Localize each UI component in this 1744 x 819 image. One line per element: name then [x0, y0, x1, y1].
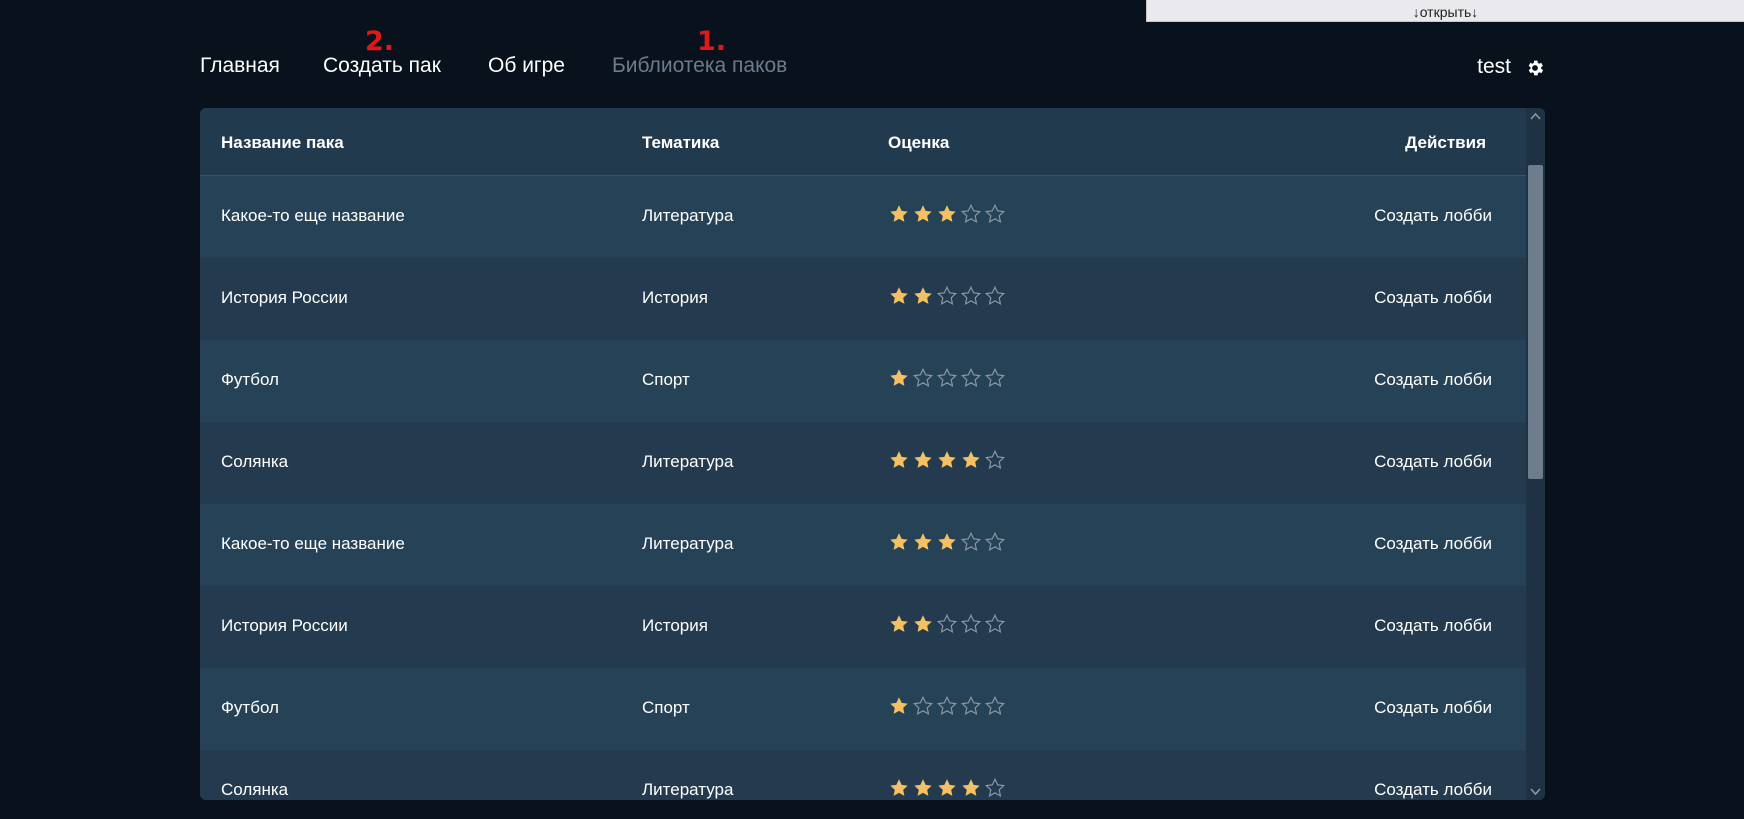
- table-row: Какое-то еще название Литература Создать л…: [200, 504, 1526, 586]
- theme-cell: Литература: [642, 780, 734, 799]
- pack-name-cell: Футбол: [221, 370, 279, 389]
- star-filled-icon: [962, 451, 980, 468]
- rating-stars: [888, 449, 1006, 471]
- star-empty-icon: [984, 367, 1006, 388]
- annotation-marker-2: 2.: [365, 26, 395, 57]
- scrollbar-thumb[interactable]: [1528, 165, 1543, 479]
- table-row: Солянка Литература Создать лобби: [200, 750, 1526, 800]
- create-lobby-button[interactable]: Создать лобби: [1374, 534, 1492, 554]
- star-filled-icon: [914, 451, 932, 468]
- theme-cell: Литература: [642, 452, 734, 471]
- nav-item-create-pack[interactable]: Создать пак: [323, 54, 441, 78]
- star-filled-icon: [914, 533, 932, 550]
- create-lobby-button[interactable]: Создать лобби: [1374, 616, 1492, 636]
- table-row: Солянка Литература Создать лобби: [200, 422, 1526, 504]
- star-empty-icon: [936, 613, 958, 634]
- star-empty-icon: [936, 285, 958, 306]
- star-empty-icon: [936, 695, 958, 716]
- star-empty-icon: [960, 613, 982, 634]
- star-empty-icon: [960, 695, 982, 716]
- star-empty-icon: [984, 613, 1006, 634]
- rating-stars: [888, 367, 1006, 389]
- annotation-marker-1: 1.: [697, 26, 727, 57]
- star-filled-icon: [938, 205, 956, 222]
- theme-cell: Спорт: [642, 370, 690, 389]
- nav-item-about[interactable]: Об игре: [488, 54, 565, 78]
- theme-cell: Спорт: [642, 698, 690, 717]
- star-filled-icon: [938, 533, 956, 550]
- rating-stars: [888, 695, 1006, 717]
- rating-stars: [888, 777, 1006, 799]
- rating-stars: [888, 203, 1006, 225]
- username[interactable]: test: [1477, 55, 1511, 79]
- star-empty-icon: [960, 203, 982, 224]
- scroll-down-icon[interactable]: [1530, 788, 1541, 796]
- create-lobby-button[interactable]: Создать лобби: [1374, 206, 1492, 226]
- star-filled-icon: [890, 615, 908, 632]
- table-row: История России История Создать лобби: [200, 258, 1526, 340]
- header-actions: Действия: [1405, 133, 1486, 152]
- table-row: Футбол Спорт Создать лобби: [200, 340, 1526, 422]
- star-filled-icon: [914, 287, 932, 304]
- star-filled-icon: [938, 779, 956, 796]
- rating-stars: [888, 531, 1006, 553]
- create-lobby-button[interactable]: Создать лобби: [1374, 452, 1492, 472]
- star-filled-icon: [890, 451, 908, 468]
- pack-name-cell: Солянка: [221, 780, 289, 799]
- theme-cell: Литература: [642, 534, 734, 553]
- star-empty-icon: [936, 367, 958, 388]
- star-filled-icon: [890, 369, 908, 386]
- open-panel-tab[interactable]: ↓открыть↓: [1146, 0, 1744, 22]
- star-empty-icon: [984, 285, 1006, 306]
- rating-stars: [888, 613, 1006, 635]
- theme-cell: История: [642, 288, 708, 307]
- create-lobby-button[interactable]: Создать лобби: [1374, 780, 1492, 800]
- star-filled-icon: [938, 451, 956, 468]
- star-filled-icon: [890, 779, 908, 796]
- star-filled-icon: [962, 779, 980, 796]
- table-row: Футбол Спорт Создать лобби: [200, 668, 1526, 750]
- theme-cell: Литература: [642, 206, 734, 225]
- star-filled-icon: [914, 205, 932, 222]
- pack-name-cell: История России: [221, 288, 348, 307]
- nav-item-pack-library[interactable]: Библиотека паков: [612, 54, 787, 78]
- star-empty-icon: [960, 367, 982, 388]
- header-rating: Оценка: [888, 133, 950, 152]
- pack-name-cell: История России: [221, 616, 348, 635]
- create-lobby-button[interactable]: Создать лобби: [1374, 370, 1492, 390]
- header-pack-name: Название пака: [221, 133, 344, 152]
- star-filled-icon: [914, 779, 932, 796]
- packs-table: Название пака Тематика Оценка Действия К…: [200, 108, 1545, 800]
- star-empty-icon: [984, 777, 1006, 798]
- table-header: Название пака Тематика Оценка Действия: [200, 108, 1526, 176]
- star-empty-icon: [960, 531, 982, 552]
- star-filled-icon: [890, 697, 908, 714]
- scroll-up-icon[interactable]: [1530, 112, 1541, 120]
- star-filled-icon: [890, 287, 908, 304]
- pack-name-cell: Какое-то еще название: [221, 534, 405, 553]
- pack-name-cell: Футбол: [221, 698, 279, 717]
- star-filled-icon: [914, 615, 932, 632]
- pack-name-cell: Какое-то еще название: [221, 206, 405, 225]
- star-empty-icon: [984, 531, 1006, 552]
- header-theme: Тематика: [642, 133, 720, 152]
- star-empty-icon: [912, 695, 934, 716]
- scrollbar[interactable]: [1526, 108, 1545, 800]
- gear-icon[interactable]: [1525, 58, 1545, 78]
- star-empty-icon: [984, 695, 1006, 716]
- star-filled-icon: [890, 205, 908, 222]
- star-filled-icon: [890, 533, 908, 550]
- rating-stars: [888, 285, 1006, 307]
- star-empty-icon: [984, 203, 1006, 224]
- table-row: История России История Создать лобби: [200, 586, 1526, 668]
- star-empty-icon: [960, 285, 982, 306]
- star-empty-icon: [984, 449, 1006, 470]
- pack-name-cell: Солянка: [221, 452, 289, 471]
- table-row: Какое-то еще название Литература Создать л…: [200, 176, 1526, 258]
- create-lobby-button[interactable]: Создать лобби: [1374, 698, 1492, 718]
- create-lobby-button[interactable]: Создать лобби: [1374, 288, 1492, 308]
- theme-cell: История: [642, 616, 708, 635]
- nav-item-home[interactable]: Главная: [200, 54, 280, 78]
- star-empty-icon: [912, 367, 934, 388]
